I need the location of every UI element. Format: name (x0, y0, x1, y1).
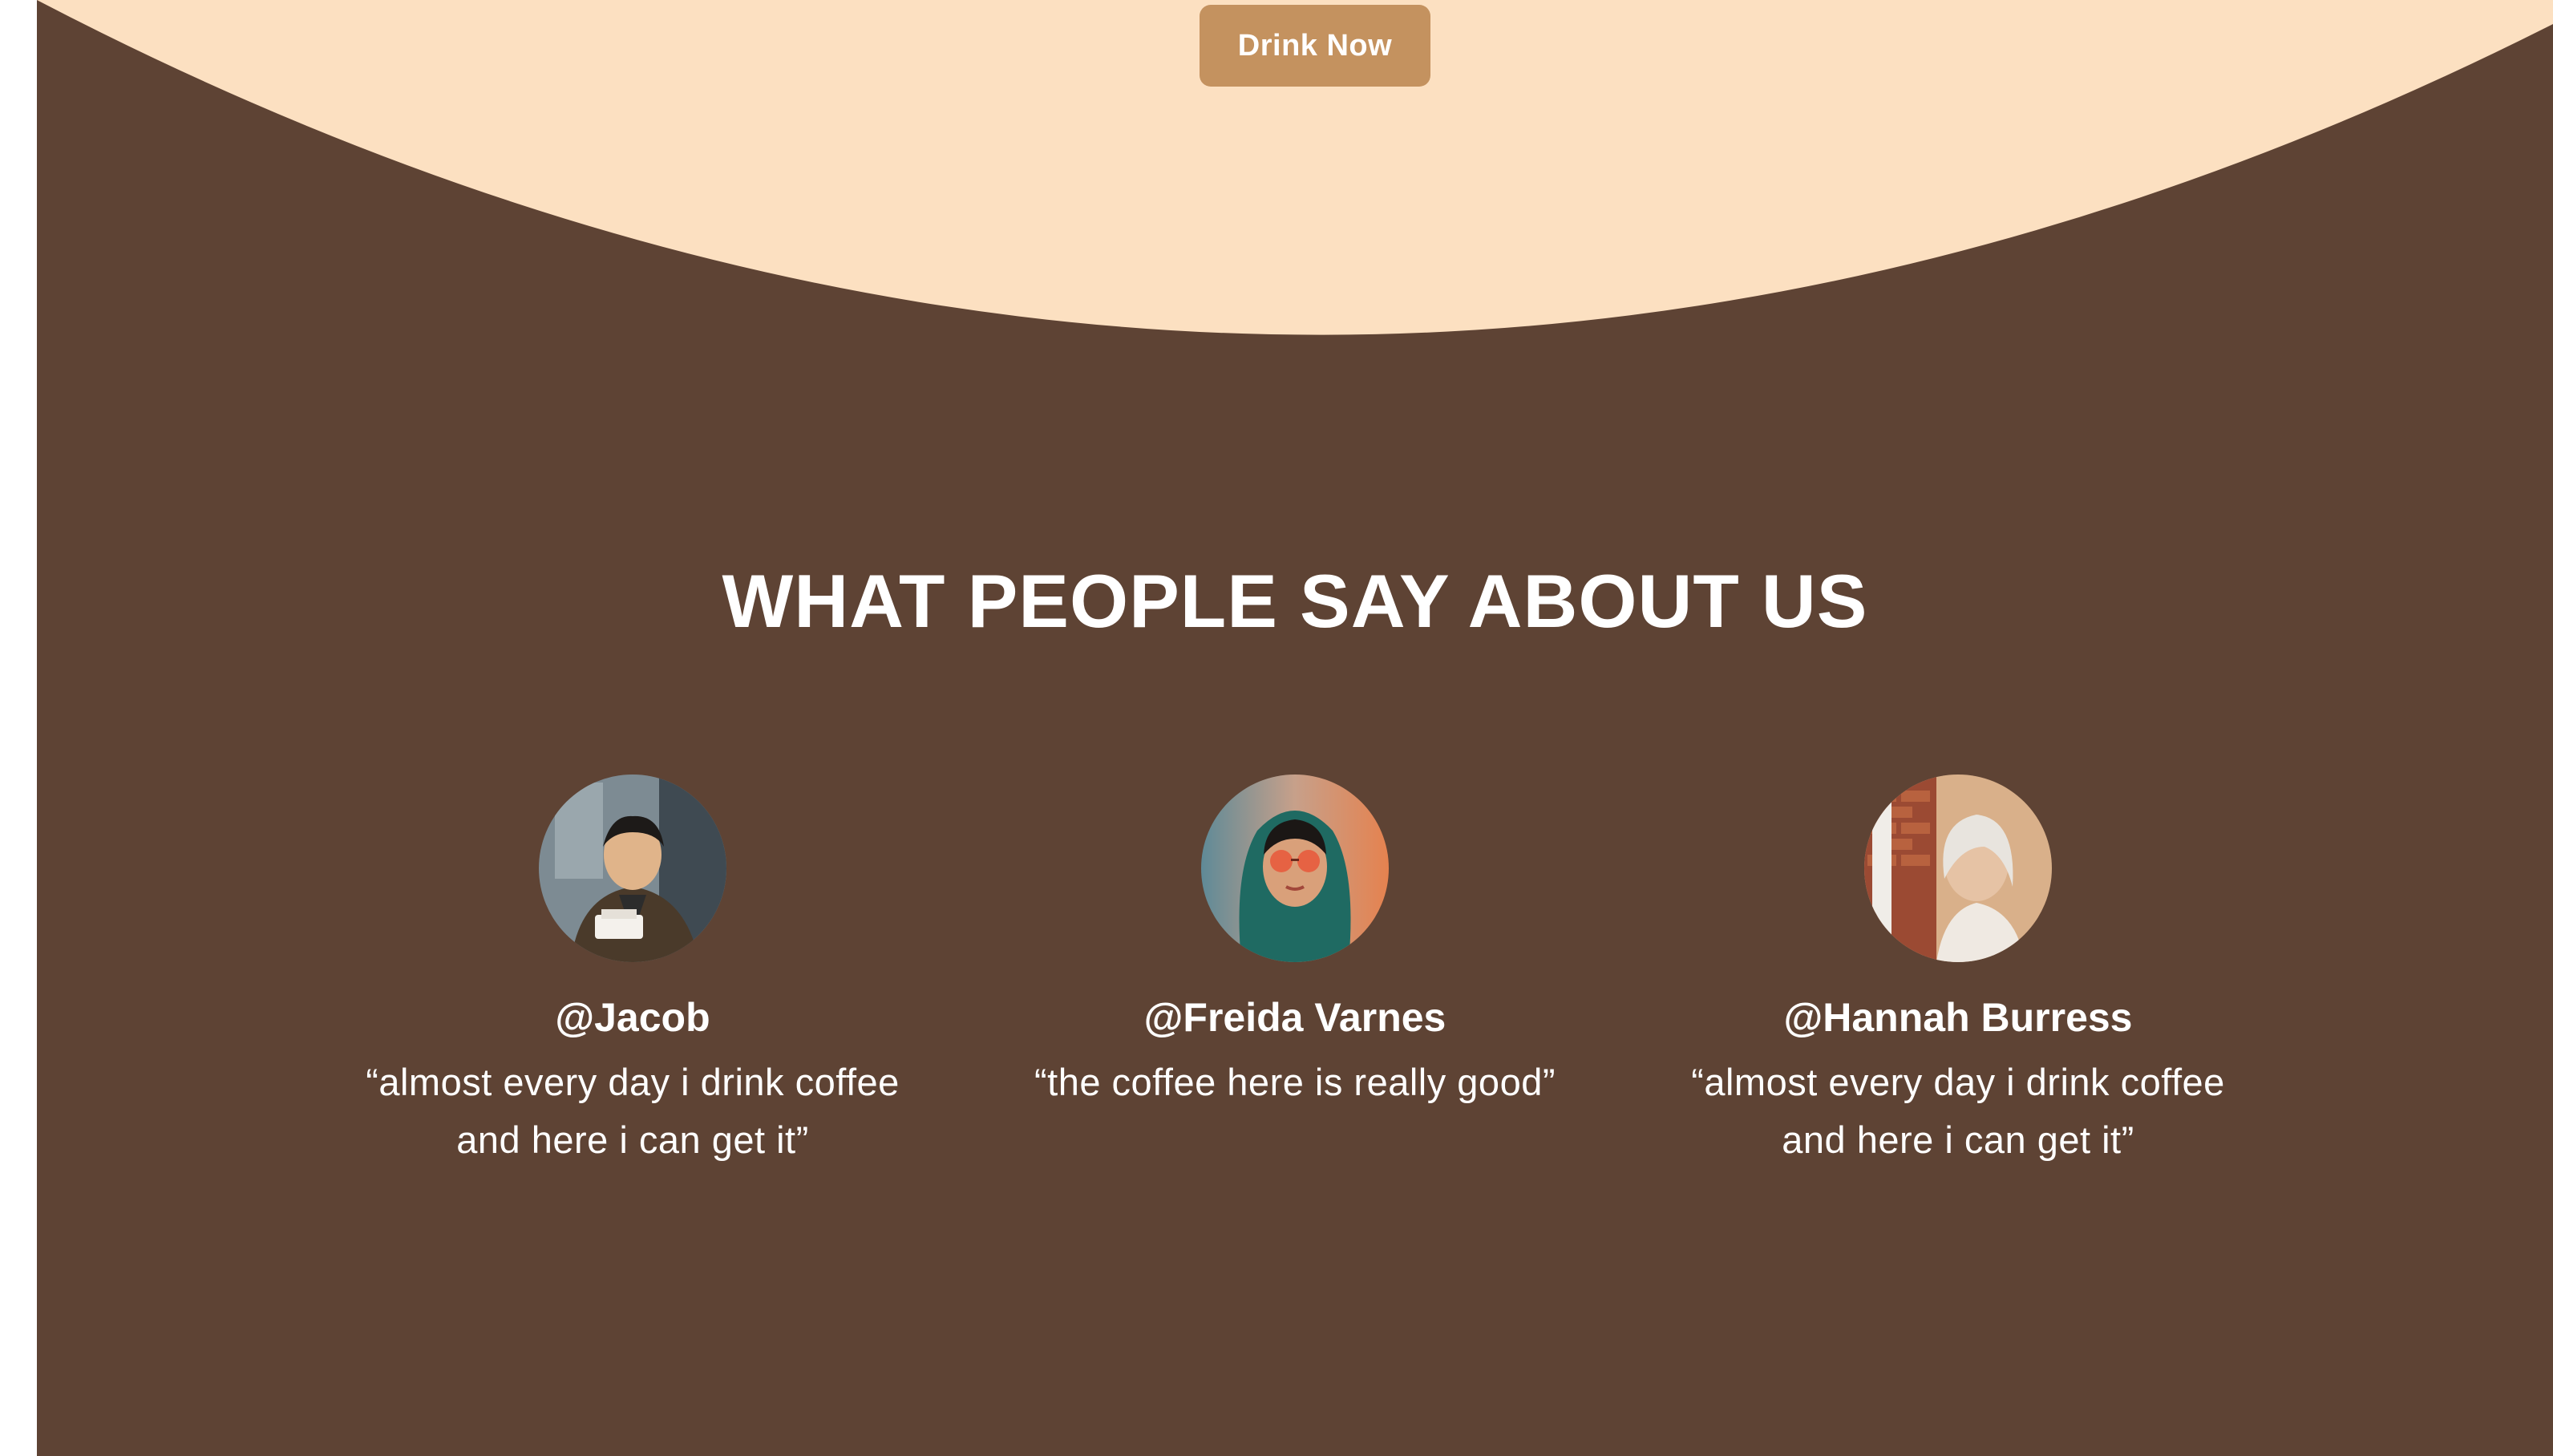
testimonial-quote: “almost every day i drink coffee and her… (366, 1061, 900, 1161)
testimonial-handle: @Jacob (555, 995, 710, 1040)
avatar-jacob (539, 775, 726, 962)
drink-now-button[interactable]: Drink Now (1200, 5, 1430, 87)
testimonial-handle: @Freida Varnes (1143, 995, 1446, 1040)
avatar-hannah-image (1864, 775, 2052, 962)
testimonial-quote: “the coffee here is really good” (1034, 1061, 1556, 1103)
avatar-hannah (1864, 775, 2052, 962)
left-gutter (0, 0, 37, 1456)
testimonial-card-freida: @Freida Varnes “the coffee here is reall… (1014, 775, 1576, 1111)
page: Drink Now WHAT PEOPLE SAY ABOUT US @Jaco… (0, 0, 2553, 1456)
testimonial-quote: “almost every day i drink coffee and her… (1691, 1061, 2225, 1161)
section-title: WHAT PEOPLE SAY ABOUT US (722, 559, 1868, 643)
testimonial-handle: @Hannah Burress (1783, 995, 2133, 1040)
testimonials-list: @Jacob “almost every day i drink coffee … (37, 775, 2553, 1191)
testimonials-page-section: Drink Now WHAT PEOPLE SAY ABOUT US @Jaco… (37, 0, 2553, 1456)
testimonial-card-hannah: @Hannah Burress “almost every day i drin… (1677, 775, 2239, 1169)
avatar-freida-image (1201, 775, 1389, 962)
avatar-jacob-image (539, 775, 726, 962)
testimonial-card-jacob: @Jacob “almost every day i drink coffee … (352, 775, 913, 1169)
avatar-freida (1201, 775, 1389, 962)
